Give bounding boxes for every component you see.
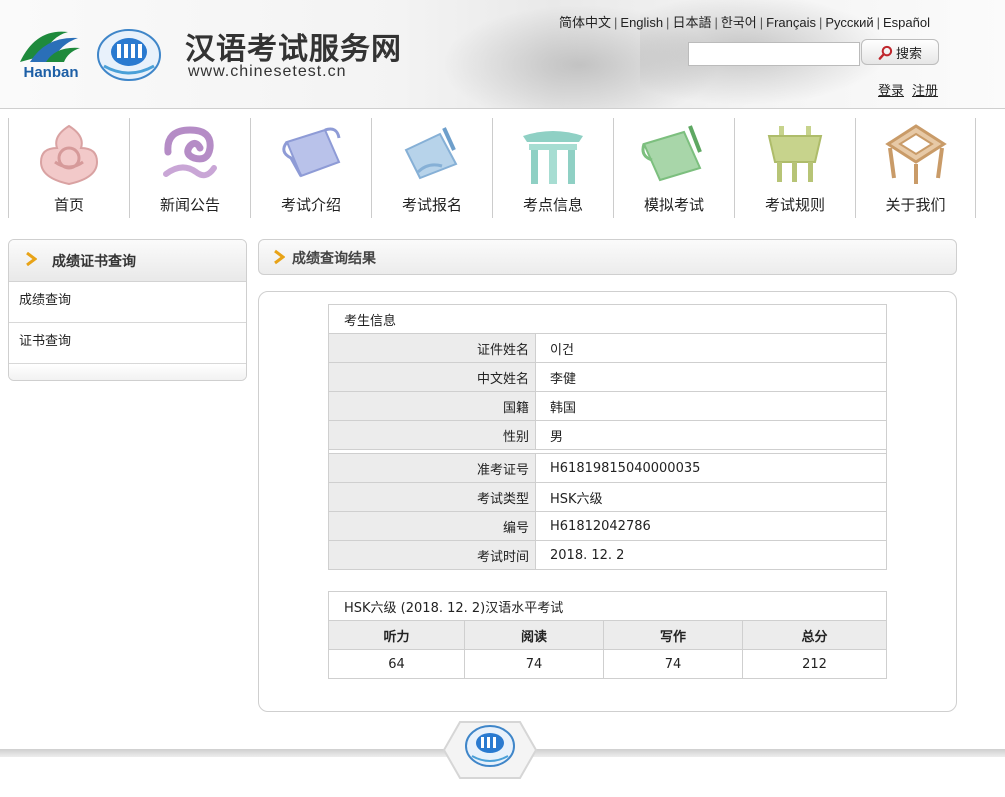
candidate-info-table: 考生信息 证件姓名 이건 中文姓名 李健 国籍 韩国 性别男 准考证号 H6181981… bbox=[328, 304, 887, 570]
search-button-label: 搜索 bbox=[895, 46, 922, 62]
nav-item-mock-test[interactable]: 模拟考试 bbox=[613, 118, 734, 218]
table-row: 中文姓名 李健 bbox=[328, 362, 887, 392]
cloud-swirl-icon bbox=[163, 126, 217, 179]
label-exam-date: 考试时间 bbox=[328, 540, 536, 570]
sidebar-item-certificate-query[interactable]: 证书查询 bbox=[9, 323, 246, 364]
value-exam-type: HSK六级 bbox=[535, 482, 887, 512]
header-reading: 阅读 bbox=[464, 620, 604, 650]
search-button[interactable]: 搜索 bbox=[861, 39, 939, 65]
info-caption: 考生信息 bbox=[328, 304, 887, 334]
nav-label: 关于我们 bbox=[885, 196, 946, 214]
site-url: www.chinesetest.cn bbox=[188, 63, 347, 80]
search-input[interactable] bbox=[688, 42, 860, 66]
value-gender: 男 bbox=[535, 420, 887, 450]
lang-en[interactable]: English bbox=[620, 15, 663, 30]
value-admission-no: H61819815040000035 bbox=[535, 453, 887, 483]
nav-item-registration[interactable]: 考试报名 bbox=[371, 118, 492, 218]
value-id-name: 이건 bbox=[535, 333, 887, 363]
site-header: Hanban 汉语考试服务网 www.chinesetest.cn 简体中文 | E… bbox=[0, 0, 1005, 109]
sidebar-header: 成绩证书查询 bbox=[9, 240, 246, 282]
register-link[interactable]: 注册 bbox=[912, 84, 938, 99]
table-row: 国籍 韩国 bbox=[328, 391, 887, 421]
lang-es[interactable]: Español bbox=[883, 15, 930, 30]
language-bar: 简体中文 | English | 日本語 | 한국어 | Français | Русский | Es… bbox=[559, 15, 930, 30]
brush-paper-icon bbox=[404, 127, 458, 180]
main-nav: 首页 新闻公告 考试介绍 考试报名 考点信息 模拟考试 考试规则 关于我们 bbox=[8, 118, 976, 218]
nav-item-home[interactable]: 首页 bbox=[8, 118, 129, 218]
score-caption: HSK六级 (2018. 12. 2)汉语水平考试 bbox=[328, 591, 887, 621]
scroll-icon bbox=[282, 127, 341, 178]
header-total: 总分 bbox=[742, 620, 887, 650]
hanban-logo[interactable]: Hanban bbox=[16, 26, 86, 82]
sidebar: 成绩证书查询 成绩查询 证书查询 bbox=[8, 239, 247, 381]
nav-label: 模拟考试 bbox=[643, 196, 704, 214]
table-row: 64 74 74 212 bbox=[328, 649, 887, 679]
lang-ko[interactable]: 한국어 bbox=[721, 15, 757, 30]
score-total: 212 bbox=[742, 649, 887, 679]
nav-label: 首页 bbox=[53, 196, 84, 214]
chevron-right-icon bbox=[26, 252, 37, 266]
nav-item-exam-intro[interactable]: 考试介绍 bbox=[250, 118, 371, 218]
header-writing: 写作 bbox=[603, 620, 743, 650]
table-header-row: 听力 阅读 写作 总分 bbox=[328, 620, 887, 650]
nav-label: 考试报名 bbox=[401, 196, 462, 214]
value-nationality: 韩国 bbox=[535, 391, 887, 421]
lang-zh[interactable]: 简体中文 bbox=[559, 15, 611, 30]
lang-ru[interactable]: Русский bbox=[825, 15, 873, 30]
sidebar-item-score-query[interactable]: 成绩查询 bbox=[9, 282, 246, 323]
label-exam-type: 考试类型 bbox=[328, 482, 536, 512]
nav-label: 考试规则 bbox=[764, 196, 825, 214]
scroll-brush-icon bbox=[641, 125, 702, 182]
nav-label: 新闻公告 bbox=[159, 196, 220, 214]
gate-icon bbox=[523, 131, 583, 184]
nav-item-rules[interactable]: 考试规则 bbox=[734, 118, 855, 218]
login-link[interactable]: 登录 bbox=[878, 84, 904, 99]
table-row: 准考证号 H61819815040000035 bbox=[328, 453, 887, 483]
site-title[interactable]: 汉语考试服务网 bbox=[185, 24, 402, 68]
lang-fr[interactable]: Français bbox=[766, 15, 816, 30]
sidebar-title: 成绩证书查询 bbox=[52, 254, 136, 270]
label-admission-no: 准考证号 bbox=[328, 453, 536, 483]
knot-icon bbox=[39, 124, 99, 186]
header-listening: 听力 bbox=[328, 620, 465, 650]
search-icon bbox=[878, 45, 893, 60]
value-chinese-name: 李健 bbox=[535, 362, 887, 392]
table-row: 性别男 bbox=[328, 420, 887, 450]
label-chinese-name: 中文姓名 bbox=[328, 362, 536, 392]
nav-label: 考点信息 bbox=[522, 196, 583, 214]
table-row: 考试类型 HSK六级 bbox=[328, 482, 887, 512]
lang-ja[interactable]: 日本語 bbox=[672, 15, 711, 30]
score-writing: 74 bbox=[603, 649, 743, 679]
hanban-seal-icon[interactable] bbox=[96, 28, 162, 82]
results-header: 成绩查询结果 bbox=[258, 239, 957, 275]
label-serial-no: 编号 bbox=[328, 511, 536, 541]
bronze-vessel-icon bbox=[767, 126, 823, 182]
hanban-logo-text: Hanban bbox=[23, 64, 79, 81]
nav-item-about[interactable]: 关于我们 bbox=[855, 118, 976, 218]
label-nationality: 国籍 bbox=[328, 391, 536, 421]
nav-item-test-centers[interactable]: 考点信息 bbox=[492, 118, 613, 218]
label-id-name: 证件姓名 bbox=[328, 333, 536, 363]
nav-label: 考试介绍 bbox=[280, 196, 341, 214]
score-table: HSK六级 (2018. 12. 2)汉语水平考试 听力 阅读 写作 总分 64… bbox=[328, 591, 887, 679]
table-row: 编号 H61812042786 bbox=[328, 511, 887, 541]
auth-links: 登录 注册 bbox=[878, 80, 946, 99]
value-serial-no: H61812042786 bbox=[535, 511, 887, 541]
nav-item-news[interactable]: 新闻公告 bbox=[129, 118, 250, 218]
table-row: 考试时间 2018. 12. 2 bbox=[328, 540, 887, 570]
hanban-mark-icon bbox=[20, 31, 80, 62]
table-row: 证件姓名 이건 bbox=[328, 333, 887, 363]
score-reading: 74 bbox=[464, 649, 604, 679]
footer-seal-icon bbox=[442, 721, 538, 779]
sidebar-footer bbox=[9, 364, 246, 380]
label-gender: 性别 bbox=[328, 420, 536, 450]
table-icon bbox=[885, 124, 947, 184]
chevron-right-icon bbox=[274, 249, 285, 265]
results-title: 成绩查询结果 bbox=[292, 251, 376, 267]
score-listening: 64 bbox=[328, 649, 465, 679]
value-exam-date: 2018. 12. 2 bbox=[535, 540, 887, 570]
